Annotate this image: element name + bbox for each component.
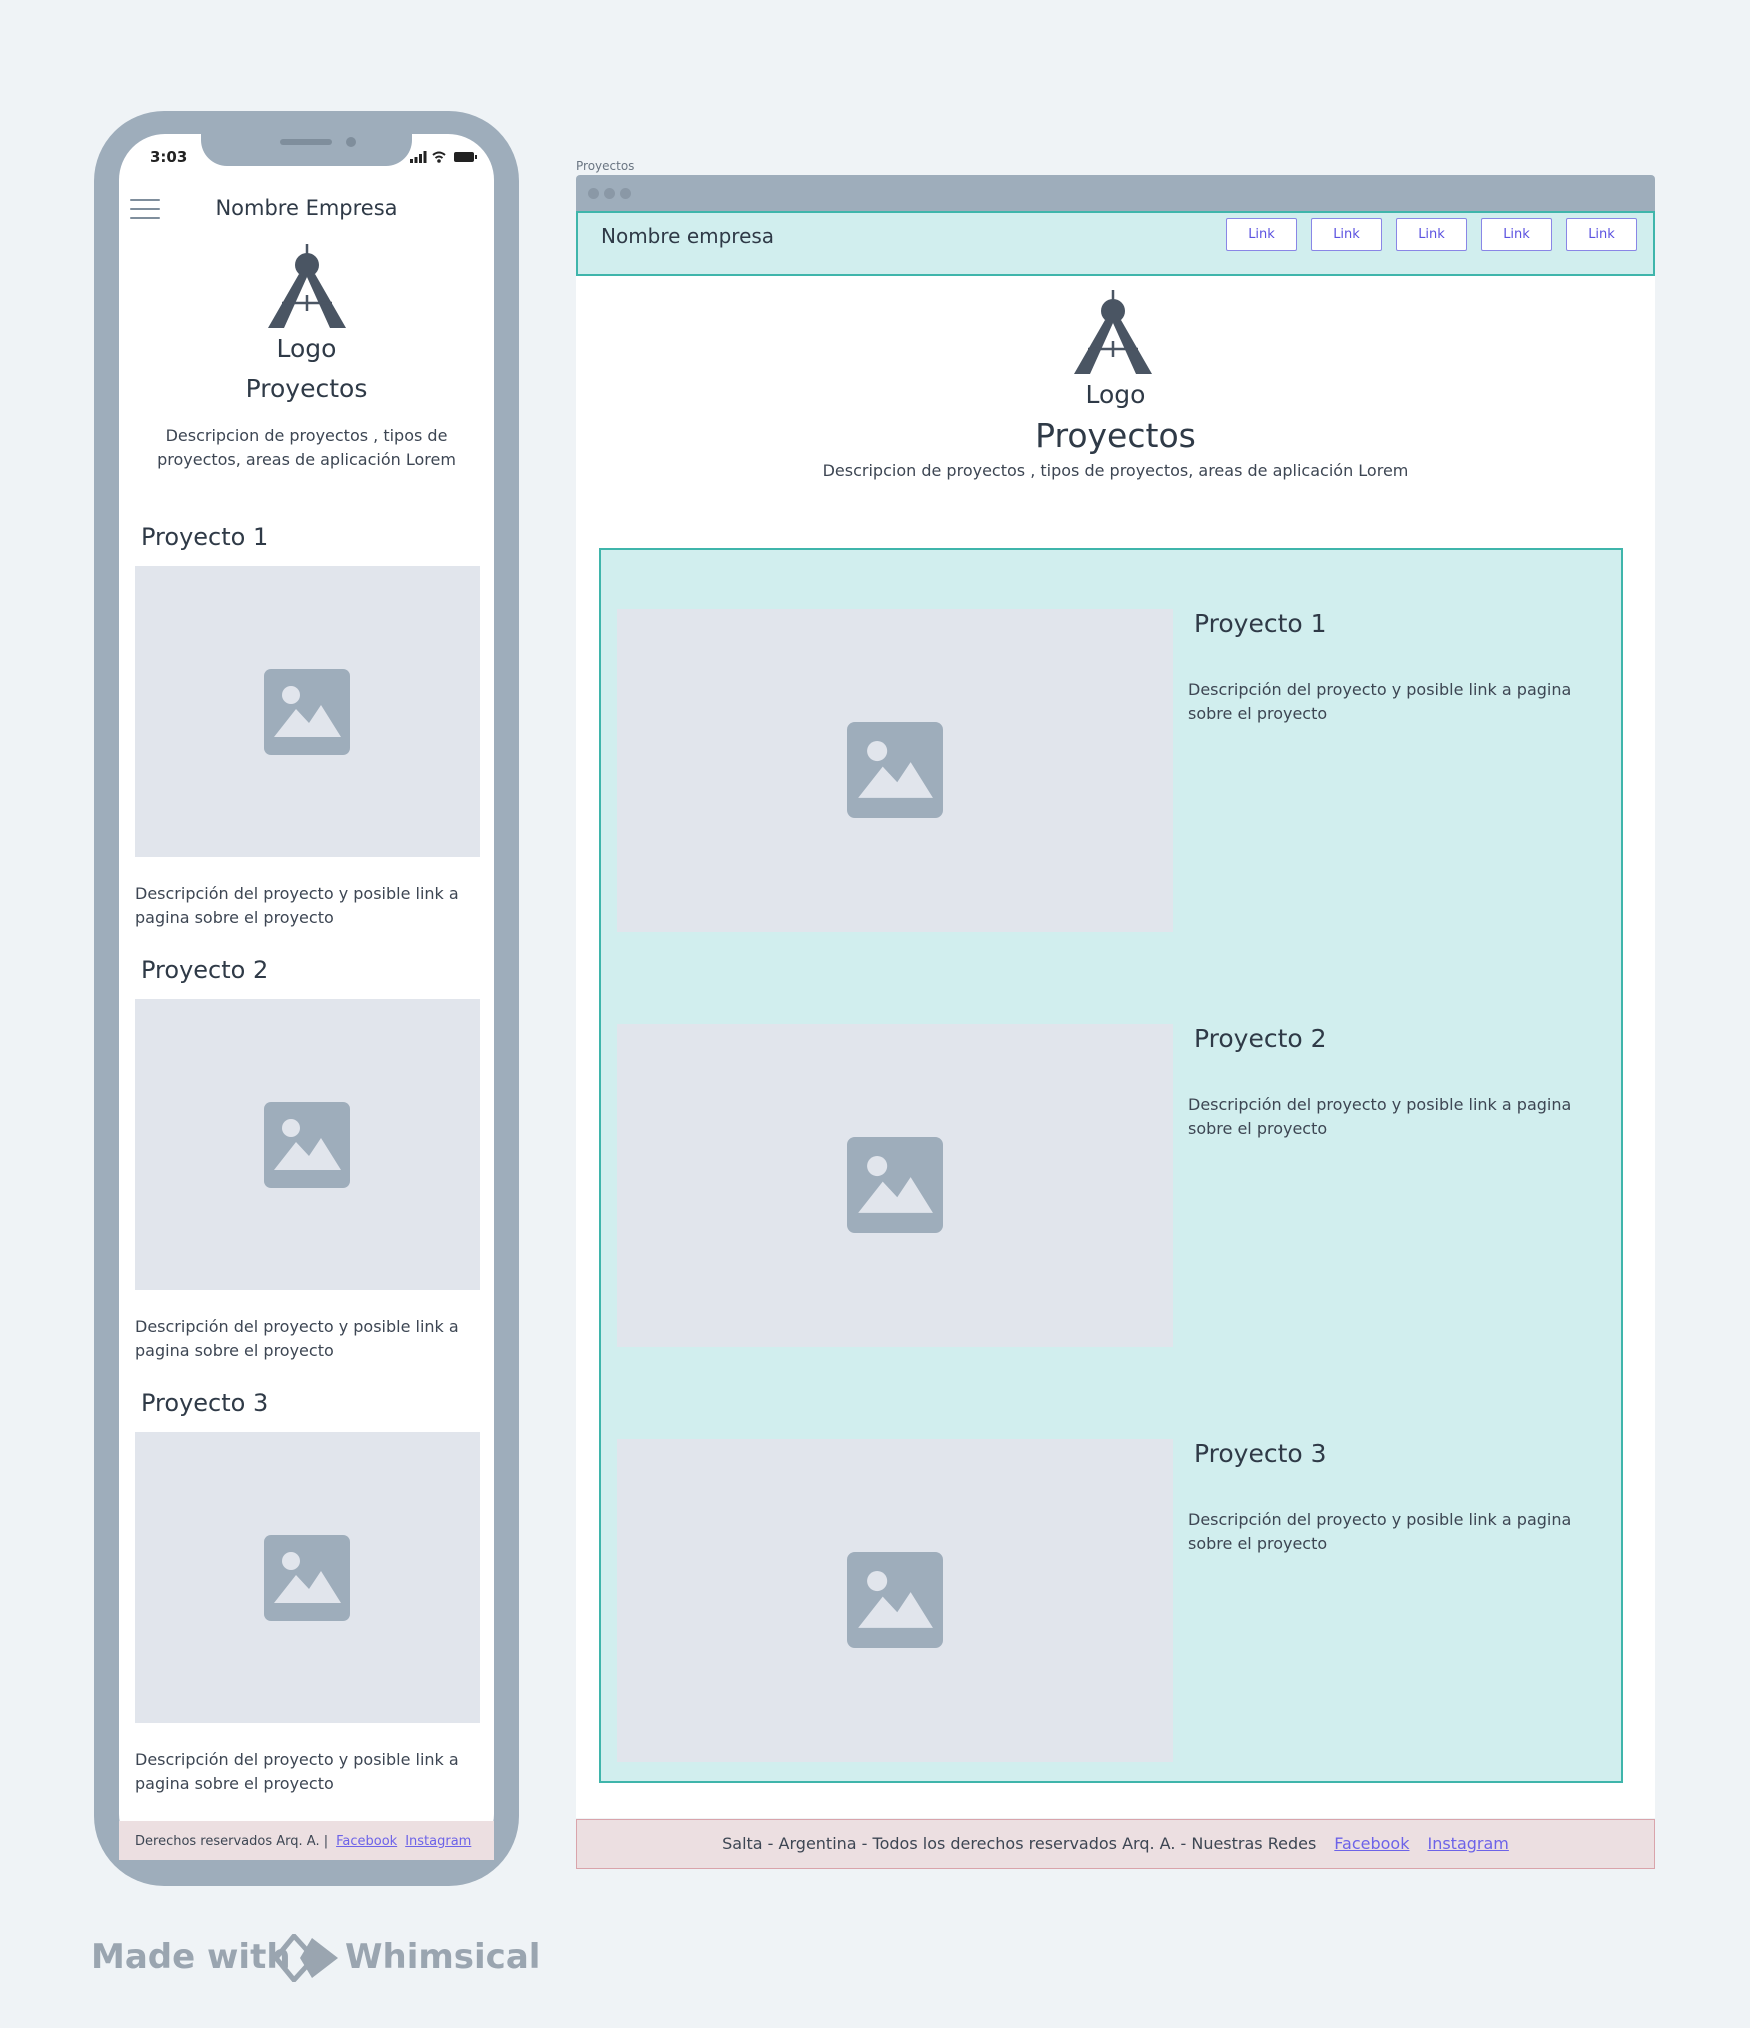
phone-notch	[201, 128, 412, 166]
desktop-company-name[interactable]: Nombre empresa	[601, 224, 774, 248]
status-time: 3:03	[150, 148, 188, 166]
whimsical-brand[interactable]: Whimsical	[345, 1935, 540, 1979]
desktop-page-description: Descripcion de proyectos , tipos de proy…	[822, 461, 1409, 480]
nav-link-4[interactable]: Link	[1481, 218, 1552, 251]
image-placeholder-icon	[264, 1535, 350, 1621]
battery-icon	[454, 152, 477, 162]
phone-speaker	[280, 139, 332, 145]
desktop-project-description: Descripción del proyecto y posible link …	[1188, 1095, 1572, 1138]
desktop-project-image[interactable]	[617, 1024, 1173, 1347]
image-placeholder-icon	[264, 1102, 350, 1188]
mobile-project-image[interactable]	[135, 566, 480, 857]
image-placeholder-icon	[847, 722, 943, 818]
whimsical-diamond-icon	[274, 1934, 338, 1982]
mobile-project-image[interactable]	[135, 999, 480, 1290]
desktop-footer: Salta - Argentina - Todos los derechos r…	[576, 1819, 1655, 1869]
desktop-project-description: Descripción del proyecto y posible link …	[1188, 1510, 1572, 1553]
signal-icon	[410, 151, 427, 163]
window-dot	[604, 188, 615, 199]
browser-chrome	[576, 175, 1655, 211]
desktop-project-title: Proyecto 2	[1194, 1024, 1327, 1053]
mobile-project-description: Descripción del proyecto y posible link …	[135, 1317, 459, 1360]
desktop-facebook-link[interactable]: Facebook	[1334, 1834, 1409, 1853]
mobile-project-title: Proyecto 2	[141, 956, 269, 984]
desktop-project-image[interactable]	[617, 609, 1173, 932]
mobile-page-title: Proyectos	[245, 374, 368, 403]
image-placeholder-icon	[847, 1552, 943, 1648]
desktop-project-description: Descripción del proyecto y posible link …	[1188, 680, 1572, 723]
mobile-project-title: Proyecto 3	[141, 1389, 269, 1417]
desktop-project-image[interactable]	[617, 1439, 1173, 1762]
mobile-company-name: Nombre Empresa	[215, 196, 398, 220]
nav-link-3[interactable]: Link	[1396, 218, 1467, 251]
mobile-logo-label: Logo	[276, 334, 337, 363]
phone-camera	[346, 137, 356, 147]
desktop-page-title: Proyectos	[1035, 416, 1196, 455]
mobile-project-image[interactable]	[135, 1432, 480, 1723]
desktop-footer-text: Salta - Argentina - Todos los derechos r…	[722, 1834, 1317, 1853]
mobile-facebook-link[interactable]: Facebook	[336, 1834, 397, 1849]
mobile-footer-text: Derechos reservados Arq. A. |	[135, 1834, 329, 1849]
nav-link-1[interactable]: Link	[1226, 218, 1297, 251]
desktop-instagram-link[interactable]: Instagram	[1427, 1834, 1508, 1853]
window-dot	[620, 188, 631, 199]
frame-caption: Proyectos	[576, 159, 635, 173]
compass-logo-icon	[1074, 290, 1152, 374]
desktop-project-title: Proyecto 1	[1194, 609, 1327, 638]
mobile-project-title: Proyecto 1	[141, 523, 269, 551]
mobile-project-description: Descripción del proyecto y posible link …	[135, 1750, 459, 1793]
image-placeholder-icon	[847, 1137, 943, 1233]
mobile-page-description: Descripcion de proyectos , tipos de proy…	[157, 426, 456, 469]
window-dot	[588, 188, 599, 199]
status-bar-icons	[410, 151, 477, 163]
wifi-icon	[432, 151, 446, 159]
mobile-project-description: Descripción del proyecto y posible link …	[135, 884, 459, 927]
nav-link-5[interactable]: Link	[1566, 218, 1637, 251]
made-with-label: Made with	[91, 1937, 291, 1977]
compass-logo-icon	[268, 244, 346, 328]
mobile-footer: Derechos reservados Arq. A. | Facebook Ins…	[119, 1821, 494, 1860]
image-placeholder-icon	[264, 669, 350, 755]
desktop-logo-label: Logo	[1085, 380, 1146, 409]
desktop-project-title: Proyecto 3	[1194, 1439, 1327, 1468]
nav-link-2[interactable]: Link	[1311, 218, 1382, 251]
mobile-instagram-link[interactable]: Instagram	[405, 1834, 471, 1849]
